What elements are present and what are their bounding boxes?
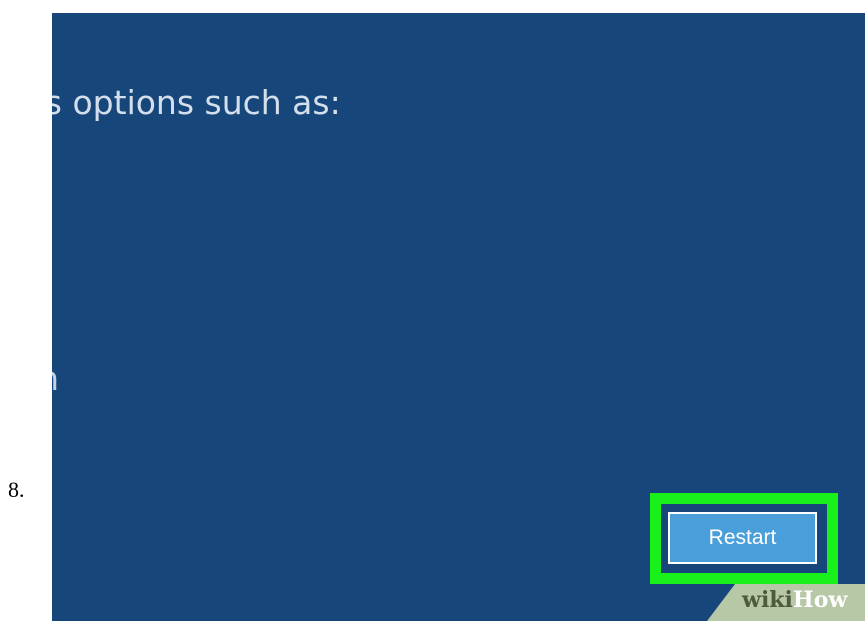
recovery-screen: s options such as: n Restart wikiHow (52, 13, 865, 621)
screen-heading: s options such as: (52, 83, 341, 122)
step-number: 8. (8, 477, 25, 502)
wikihow-watermark: wikiHow (742, 587, 847, 613)
heading-text: options such as: (62, 83, 341, 122)
watermark-wiki: wiki (742, 587, 793, 613)
page: 8. s options such as: n Restart wikiHow (0, 0, 865, 621)
watermark-how: How (792, 587, 848, 613)
option-fragment: n (52, 359, 59, 398)
heading-clipped-char: s (52, 83, 62, 122)
restart-button[interactable]: Restart (668, 512, 817, 564)
